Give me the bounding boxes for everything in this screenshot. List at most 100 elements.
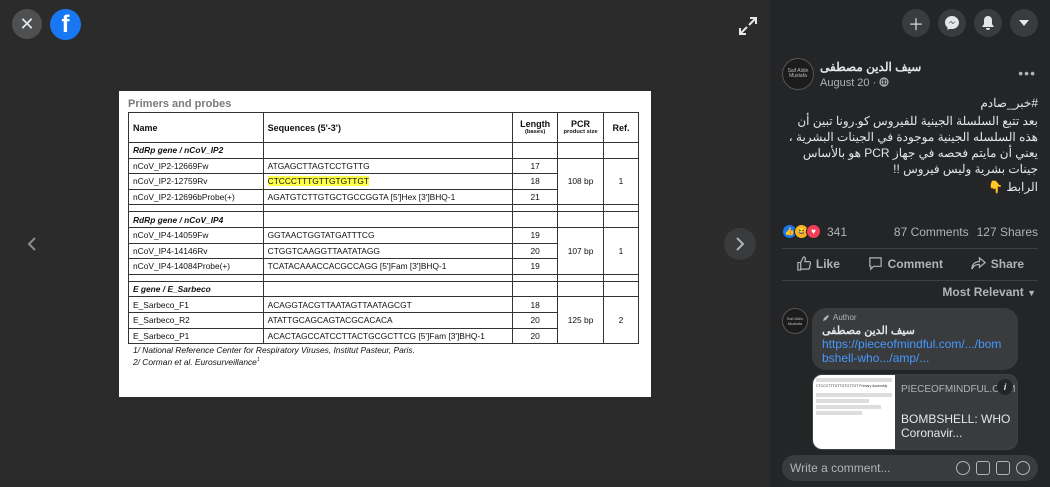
info-icon[interactable]: i <box>997 379 1013 395</box>
header-name: Name <box>128 112 264 143</box>
primer-name: E_Sarbeco_R2 <box>128 311 264 329</box>
post-header: Saif Aldin Mustafa سيف الدين مصطفى Augus… <box>782 58 1038 94</box>
thumb-bar <box>816 392 892 397</box>
post-body: بعد تتبع السلسلة الجينية للفيروس كو.رونا… <box>788 114 1038 176</box>
notifications-button[interactable] <box>974 9 1002 37</box>
like-label: Like <box>815 256 840 271</box>
header-pcr: PCR product size <box>557 112 604 143</box>
close-icon: ✕ <box>19 13 35 34</box>
primer-name: nCoV_IP2-12669Fw <box>128 157 264 175</box>
comment-bubble: Author سيف الدين مصطفى https://pieceofmi… <box>812 308 1018 370</box>
divider <box>782 280 1038 281</box>
expand-button[interactable] <box>737 15 759 37</box>
avatar[interactable]: Saif Aldin Mustafa <box>782 58 814 90</box>
more-options-icon[interactable]: ••• <box>1018 65 1036 81</box>
comment-label: Comment <box>887 256 943 271</box>
header-length-label: Length <box>520 119 551 129</box>
reactions-bar: 👍 😆 ♥ 341 87 Comments 127 Shares <box>782 224 1038 239</box>
comments-count[interactable]: 87 Comments <box>894 225 969 239</box>
primer-sequence: TCATACAAACCACGCCAGG [5']Fam [3']BHQ-1 <box>262 258 514 275</box>
table-header-row: Name Sequences (5'-3') Length (bases) PC… <box>128 112 639 143</box>
like-button[interactable]: Like <box>790 254 846 273</box>
primer-name: nCoV_IP2-12696bProbe(+) <box>128 188 264 206</box>
caret-down-icon: ▼ <box>1027 288 1036 298</box>
post-text: #خبر_صادم بعد تتبع السلسلة الجينية للفير… <box>782 95 1038 197</box>
comment-link[interactable]: https://pieceofmindful.com/.../bombshell… <box>822 337 1008 365</box>
highlighted-sequence: CTCCCTTTGTTGTGTTGT <box>267 176 370 187</box>
share-button[interactable]: Share <box>965 254 1030 273</box>
previous-photo-button[interactable] <box>16 228 48 260</box>
pen-icon <box>823 314 829 321</box>
header-pcr-label: PCR <box>571 119 591 129</box>
comment-input[interactable] <box>790 461 956 475</box>
post-author-name[interactable]: سيف الدين مصطفى <box>820 60 921 74</box>
sticker-icon[interactable] <box>1016 461 1030 475</box>
create-button[interactable]: ＋ <box>902 9 930 37</box>
chevron-left-icon <box>27 237 36 251</box>
comment-composer <box>782 455 1038 481</box>
pcr-size: 108 bp <box>557 157 604 206</box>
comment-author-name[interactable]: سيف الدين مصطفى <box>822 324 1008 337</box>
primer-length: 17 <box>512 157 559 175</box>
gene-label: RdRp gene / nCoV_IP2 <box>128 142 264 159</box>
shares-count[interactable]: 127 Shares <box>977 225 1038 239</box>
bell-icon <box>982 16 994 30</box>
photo-viewer: ✕ f Primers and probes Name Sequences (5… <box>0 0 770 487</box>
avatar[interactable]: Saif Aldin Mustafa <box>782 308 808 334</box>
primer-sequence: AGATGTCTTGTGCTGCCGGTA [5']Hex [3']BHQ-1 <box>262 188 514 206</box>
table-row: nCoV_IP2-12669Fw ATGAGCTTAGTCCTGTTG 17 1… <box>128 157 639 206</box>
messenger-button[interactable] <box>938 9 966 37</box>
primer-length: 20 <box>512 242 559 260</box>
post-date[interactable]: August 20 · <box>820 77 889 89</box>
primer-name: nCoV_IP4-14146Rv <box>128 242 264 260</box>
gene-label: E gene / E_Sarbeco <box>128 280 264 298</box>
table-row: E_Sarbeco_F1 ACAGGTACGTTAATAGTTAATAGCGT … <box>128 296 639 345</box>
avatar-text: Saif Aldin Mustafa <box>787 67 809 79</box>
gene-row: RdRp gene / nCoV_IP2 <box>128 142 639 159</box>
close-button[interactable]: ✕ <box>12 9 42 39</box>
header-ref: Ref. <box>603 112 639 143</box>
facebook-logo[interactable]: f <box>50 9 81 40</box>
gene-row: E gene / E_Sarbeco <box>128 280 639 298</box>
next-photo-button[interactable] <box>724 228 756 260</box>
thumb-bar <box>816 404 881 409</box>
engagement-counts: 87 Comments 127 Shares <box>894 225 1038 239</box>
header-sequence: Sequences (5'-3') <box>262 112 514 143</box>
primer-name: nCoV_IP4-14084Probe(+) <box>128 258 264 275</box>
composer-icons <box>956 461 1030 475</box>
caret-down-icon <box>1019 20 1029 26</box>
footnote-1: 1/ National Reference Center for Respira… <box>133 345 415 356</box>
post-date-text: August 20 · <box>820 77 880 89</box>
primer-name: nCoV_IP4-14059Fw <box>128 226 264 244</box>
primer-name: E_Sarbeco_F1 <box>128 296 264 313</box>
camera-icon[interactable] <box>976 461 990 475</box>
thumb-text: CTCCCTTTGTTGTGTTGT Primary Assembly <box>816 384 888 388</box>
primer-sequence: ACAGGTACGTTAATAGTTAATAGCGT <box>262 296 514 313</box>
sort-label: Most Relevant <box>942 285 1024 299</box>
comment-button[interactable]: Comment <box>862 254 949 273</box>
primer-length: 18 <box>512 296 559 313</box>
primer-length: 20 <box>512 327 559 345</box>
footnote-2: 2/ Corman et al. Eurosurveillance1 <box>133 357 642 368</box>
primer-sequence: ATATTGCAGCAGTACGCACACA <box>262 311 514 329</box>
footnote-2-text: 2/ Corman et al. Eurosurveillance <box>133 356 257 367</box>
gif-icon[interactable] <box>996 461 1010 475</box>
header-pcr-sub: product size <box>563 129 598 136</box>
author-badge: Author <box>822 313 1008 322</box>
post-hashtag[interactable]: #خبر_صادم <box>782 95 1038 111</box>
thumb-bar <box>816 378 892 382</box>
comment-sort-dropdown[interactable]: Most Relevant ▼ <box>942 285 1036 299</box>
reaction-count[interactable]: 341 <box>827 225 847 239</box>
avatar-text: Saif Aldin Mustafa <box>786 316 804 326</box>
account-menu-button[interactable] <box>1010 9 1038 37</box>
primer-sequence: GGTAACTGGTATGATTTCG <box>262 226 514 244</box>
ref-value: 1 <box>603 157 639 206</box>
share-icon <box>971 256 986 270</box>
header-length-sub: (bases) <box>524 129 546 136</box>
pcr-size: 107 bp <box>557 226 604 275</box>
link-preview-card[interactable]: CTCCCTTTGTTGTGTTGT Primary Assembly PIEC… <box>812 374 1018 450</box>
emoji-icon[interactable] <box>956 461 970 475</box>
footnote-2-sup: 1 <box>256 356 260 363</box>
spacer-row <box>128 273 639 282</box>
primer-length: 18 <box>512 173 559 190</box>
